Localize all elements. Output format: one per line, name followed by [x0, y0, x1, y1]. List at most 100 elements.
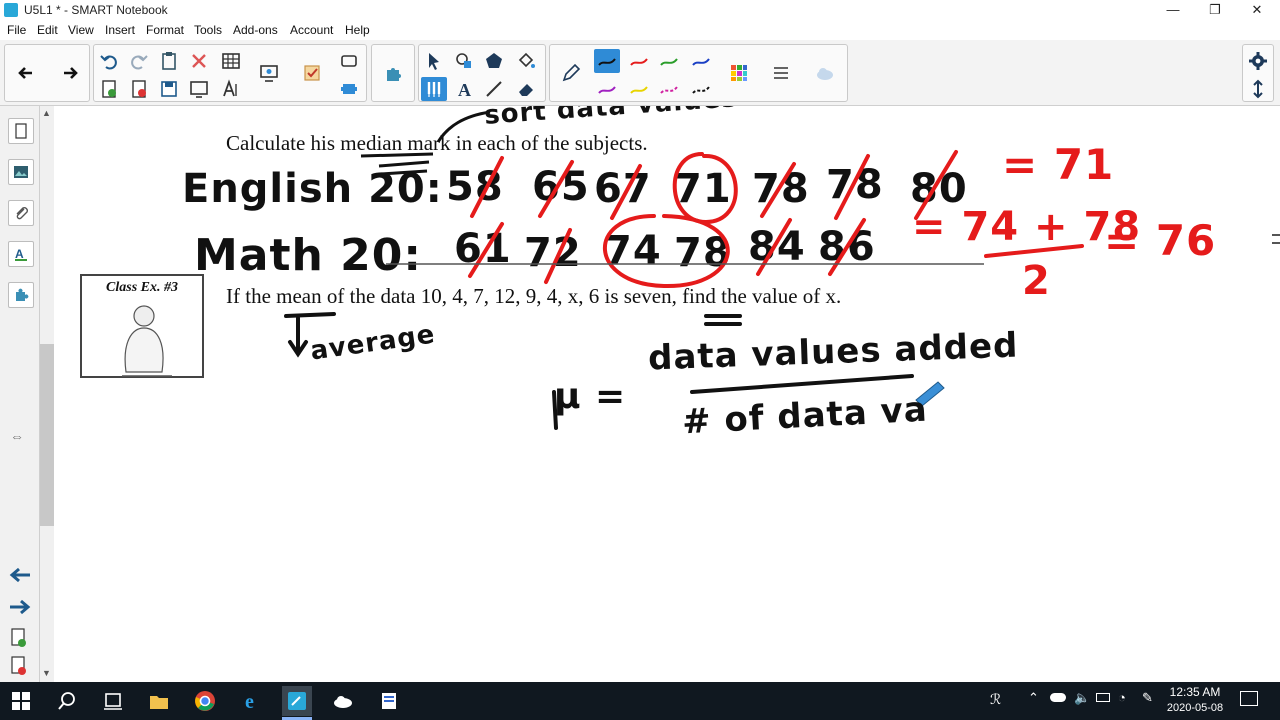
delete-page-button[interactable] — [126, 77, 152, 101]
notebook-page[interactable]: sort data values Calculate his median ma… — [54, 106, 1280, 682]
ink-mu-symbol: μ = — [554, 376, 627, 417]
previous-page-side-button[interactable] — [8, 566, 32, 589]
document-app-button[interactable] — [374, 686, 404, 716]
settings-button[interactable] — [1245, 49, 1271, 73]
page-edge-marker — [1272, 234, 1280, 244]
fill-effects-button[interactable] — [812, 61, 838, 85]
eraser-icon — [519, 84, 533, 96]
select-tool-button[interactable] — [421, 49, 447, 73]
next-page-button[interactable] — [57, 61, 83, 85]
redo-button[interactable] — [126, 49, 152, 73]
settings-group — [1242, 44, 1274, 102]
delete-page-icon — [11, 656, 26, 675]
menu-help[interactable]: Help — [345, 23, 370, 37]
cloud-icon — [334, 696, 352, 708]
properties-icon: A — [15, 247, 27, 261]
response-button[interactable] — [299, 61, 325, 85]
menu-account[interactable]: Account — [290, 23, 333, 37]
text-properties-button[interactable] — [218, 77, 244, 101]
minimize-button[interactable]: — — [1150, 0, 1196, 21]
delete-page-side-button[interactable] — [10, 656, 28, 681]
add-page-side-button[interactable] — [10, 628, 28, 653]
color-palette-button[interactable] — [726, 61, 752, 85]
save-button[interactable] — [156, 77, 182, 101]
attachments-tab[interactable] — [8, 200, 34, 226]
arrow-left-icon — [18, 67, 32, 79]
scroll-down-arrow[interactable]: ▼ — [42, 668, 51, 678]
pen-style-green[interactable] — [656, 49, 682, 73]
page-sorter-tab[interactable] — [8, 118, 34, 144]
color-grid-icon — [731, 65, 747, 81]
menu-addons[interactable]: Add-ons — [233, 23, 278, 37]
line-width-button[interactable] — [768, 61, 794, 85]
internet-explorer-button[interactable]: e — [238, 686, 268, 716]
gallery-image-icon — [14, 166, 28, 178]
volume-icon[interactable]: 🔈 — [1074, 690, 1090, 706]
menu-file[interactable]: File — [7, 23, 26, 37]
add-page-button[interactable] — [96, 77, 122, 101]
addons-button[interactable] — [380, 61, 406, 85]
file-explorer-button[interactable] — [144, 686, 174, 716]
chrome-button[interactable] — [190, 686, 220, 716]
pen-ink-workspace-icon[interactable]: ✎ — [1142, 690, 1153, 706]
eraser-tool-button[interactable] — [513, 77, 539, 101]
menu-view[interactable]: View — [68, 23, 94, 37]
arrow-right-icon — [64, 67, 78, 79]
wifi-icon[interactable]: ◔ — [1118, 690, 1126, 705]
pen-style-yellow[interactable] — [626, 77, 652, 101]
scroll-thumb[interactable] — [40, 344, 54, 526]
chevron-up-icon[interactable]: ⌃ — [1028, 690, 1039, 706]
activity-builder-button[interactable] — [336, 77, 362, 101]
smart-notebook-taskbar-button[interactable] — [282, 686, 312, 716]
undo-icon — [100, 55, 117, 70]
cloud-app-button[interactable] — [328, 686, 358, 716]
pen-type-button[interactable] — [558, 61, 584, 85]
question-mean: If the mean of the data 10, 4, 7, 12, 9,… — [226, 284, 842, 308]
menu-tools[interactable]: Tools — [194, 23, 222, 37]
full-screen-button[interactable] — [186, 77, 212, 101]
regular-polygon-button[interactable] — [481, 49, 507, 73]
pen-style-magenta-dashed[interactable] — [656, 77, 682, 101]
pen-style-blue[interactable] — [688, 49, 714, 73]
search-button[interactable] — [52, 686, 82, 716]
pen-style-purple[interactable] — [594, 77, 620, 101]
scroll-up-arrow[interactable]: ▲ — [42, 108, 51, 118]
lines-tool-button[interactable] — [481, 77, 507, 101]
properties-tab[interactable]: A — [8, 241, 34, 267]
pen-style-black[interactable] — [594, 49, 620, 73]
close-button[interactable]: ✕ — [1234, 0, 1280, 21]
fill-tool-button[interactable] — [513, 49, 539, 73]
pen-tool-button[interactable] — [421, 77, 447, 101]
vertical-scrollbar[interactable]: ▲ ▼ — [40, 106, 54, 682]
people-icon[interactable]: ℛ — [990, 691, 1001, 708]
restore-button[interactable]: ❐ — [1192, 0, 1238, 21]
task-view-button[interactable] — [98, 686, 128, 716]
toolbar-position-button[interactable] — [1245, 77, 1271, 101]
next-page-side-button[interactable] — [8, 598, 32, 621]
menu-format[interactable]: Format — [146, 23, 184, 37]
clock-time[interactable]: 12:35 AM — [1160, 685, 1230, 699]
battery-icon[interactable] — [1096, 693, 1110, 702]
document-camera-button[interactable] — [336, 49, 362, 73]
onedrive-icon[interactable] — [1050, 693, 1066, 702]
table-button[interactable] — [218, 49, 244, 73]
start-button[interactable] — [6, 686, 36, 716]
notifications-icon[interactable] — [1240, 691, 1258, 706]
gallery-tab[interactable] — [8, 159, 34, 185]
clock-date[interactable]: 2020-05-08 — [1160, 702, 1230, 714]
resize-panel-handle[interactable]: ⇔ — [10, 428, 24, 444]
undo-button[interactable] — [96, 49, 122, 73]
paste-button[interactable] — [156, 49, 182, 73]
screen-capture-button[interactable] — [256, 61, 282, 85]
teacher-figure-icon — [122, 305, 172, 377]
previous-page-button[interactable] — [13, 61, 39, 85]
pen-style-black-dashed[interactable] — [688, 77, 714, 101]
addons-tab[interactable] — [8, 282, 34, 308]
checkmark-clipboard-icon — [304, 65, 320, 81]
pen-style-red[interactable] — [626, 49, 652, 73]
delete-button[interactable] — [186, 49, 212, 73]
menu-insert[interactable]: Insert — [105, 23, 135, 37]
text-tool-button[interactable]: A — [451, 77, 477, 101]
shapes-tool-button[interactable] — [451, 49, 477, 73]
menu-edit[interactable]: Edit — [37, 23, 58, 37]
